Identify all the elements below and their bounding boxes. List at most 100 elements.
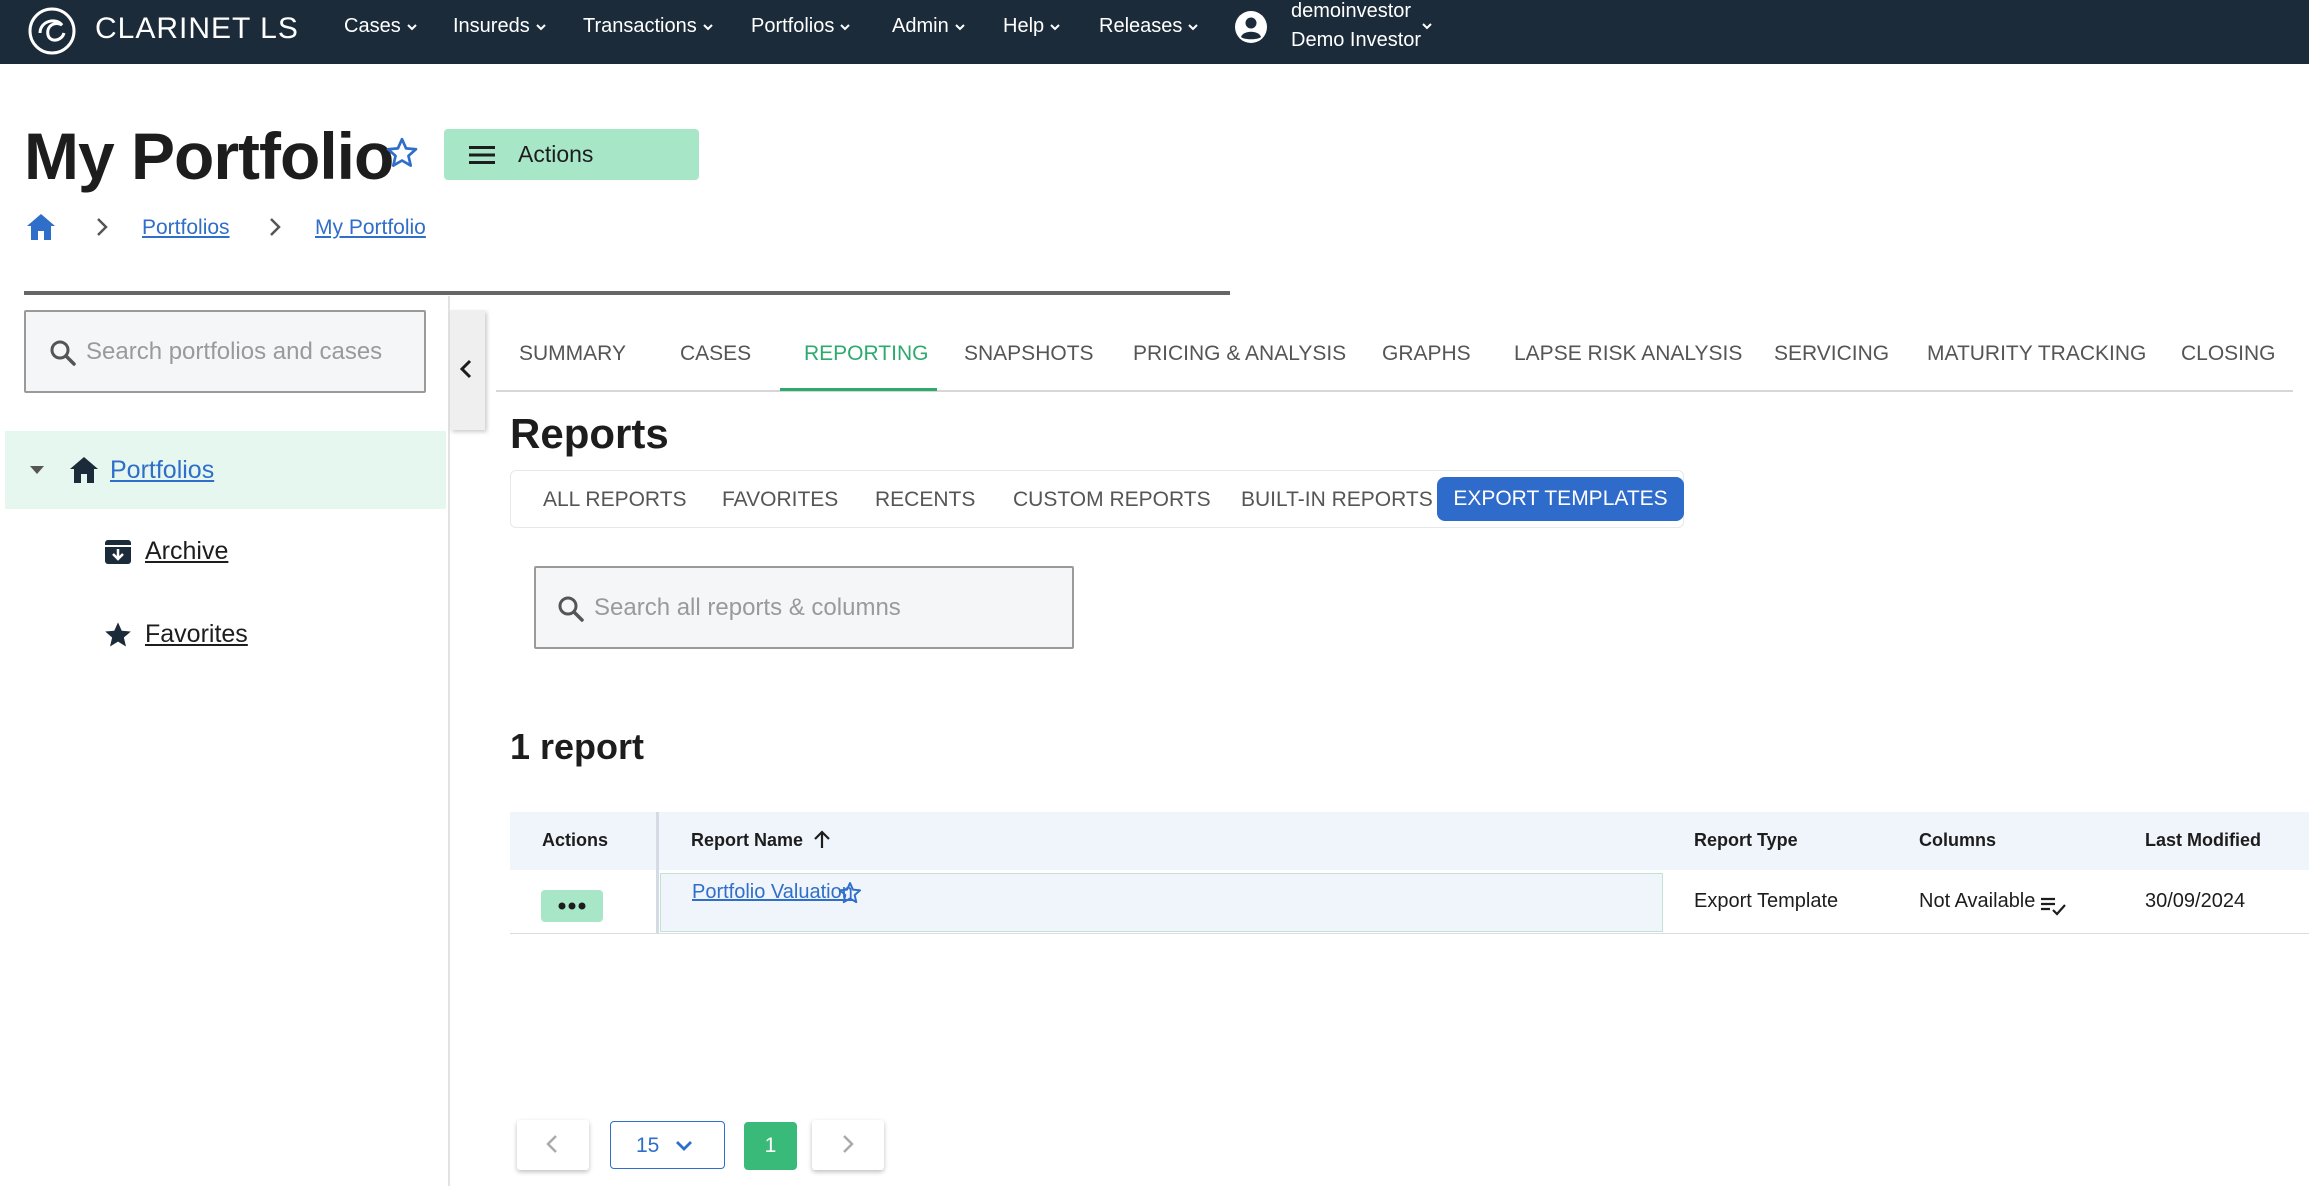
page-title: My Portfolio: [24, 119, 394, 193]
nav-label: Releases: [1099, 15, 1183, 37]
filter-built-in-reports[interactable]: BUILT-IN REPORTS: [1241, 488, 1433, 512]
sidebar-search: [24, 310, 426, 393]
chevron-right-icon: [97, 218, 108, 236]
column-header-columns[interactable]: Columns: [1919, 830, 1996, 851]
nav-label: Portfolios: [751, 15, 835, 37]
tab-graphs[interactable]: GRAPHS: [1382, 342, 1471, 366]
nav-insureds[interactable]: Insureds: [453, 15, 548, 38]
tab-snapshots[interactable]: SNAPSHOTS: [964, 342, 1094, 366]
sort-ascending-icon[interactable]: [810, 828, 834, 852]
archive-icon: [105, 540, 131, 564]
chevron-left-icon: [459, 359, 472, 379]
favorite-star-icon[interactable]: [837, 880, 863, 906]
nav-portfolios[interactable]: Portfolios: [751, 15, 852, 38]
report-count: 1 report: [510, 726, 645, 767]
report-search-input[interactable]: [594, 586, 1064, 630]
collapse-sidebar-button[interactable]: [450, 310, 485, 430]
tab-reporting[interactable]: REPORTING: [804, 342, 928, 366]
active-tab-indicator: [780, 388, 937, 391]
breadcrumb-my-portfolio[interactable]: My Portfolio: [315, 216, 426, 240]
reports-title: Reports: [510, 410, 669, 457]
next-page-button[interactable]: [812, 1120, 884, 1170]
sidebar-search-input[interactable]: [86, 330, 416, 374]
chevron-down-icon: [954, 23, 965, 30]
chevron-down-icon: [1188, 23, 1199, 30]
caret-down-icon[interactable]: [27, 460, 47, 480]
chevron-down-icon: [703, 23, 713, 30]
tree-item-label[interactable]: Portfolios: [110, 456, 214, 485]
column-header-last-modified[interactable]: Last Modified: [2145, 830, 2261, 851]
column-header-report-type[interactable]: Report Type: [1694, 830, 1798, 851]
tab-servicing[interactable]: SERVICING: [1774, 342, 1889, 366]
tree-item-archive[interactable]: Archive: [100, 528, 430, 576]
main-tabs: SUMMARY CASES REPORTING SNAPSHOTS PRICIN…: [496, 330, 2293, 392]
chevron-down-icon[interactable]: [1420, 19, 1434, 33]
nav-label: Help: [1003, 15, 1045, 37]
actions-label: Actions: [518, 141, 594, 167]
account-circle-icon[interactable]: [1234, 10, 1268, 44]
top-navbar: CLARINET LS Cases Insureds Transactions …: [0, 0, 2309, 64]
chevron-right-icon: [270, 218, 281, 236]
row-actions-button[interactable]: [541, 890, 603, 922]
user-username[interactable]: demoinvestor: [1291, 0, 1411, 23]
chevron-down-icon: [676, 1141, 692, 1151]
column-header-report-name[interactable]: Report Name: [691, 830, 803, 851]
tab-pricing-analysis[interactable]: PRICING & ANALYSIS: [1133, 342, 1346, 366]
chevron-down-icon: [536, 23, 546, 30]
tree-item-label[interactable]: Favorites: [145, 620, 248, 649]
column-separator: [656, 870, 659, 934]
filter-export-templates[interactable]: EXPORT TEMPLATES: [1437, 477, 1684, 521]
clarinet-logo-icon[interactable]: [26, 5, 78, 57]
brand-name[interactable]: CLARINET LS: [95, 12, 299, 46]
nav-label: Insureds: [453, 15, 530, 37]
nav-admin[interactable]: Admin: [892, 15, 967, 38]
filter-recents[interactable]: RECENTS: [875, 488, 975, 512]
search-icon: [50, 340, 76, 366]
filter-custom-reports[interactable]: CUSTOM REPORTS: [1013, 488, 1211, 512]
favorite-star-icon[interactable]: [384, 135, 420, 171]
page-size-value: 15: [636, 1134, 660, 1157]
chevron-down-icon: [406, 23, 417, 30]
star-icon: [105, 622, 131, 647]
report-type-cell: Export Template: [1694, 890, 1839, 912]
page-size-select[interactable]: 15: [610, 1121, 725, 1169]
columns-cell: Not Available: [1919, 890, 2036, 912]
menu-icon: [469, 145, 495, 164]
filter-favorites[interactable]: FAVORITES: [722, 488, 838, 512]
chevron-left-icon: [546, 1135, 557, 1153]
tree-item-label[interactable]: Archive: [145, 537, 228, 566]
chevron-right-icon: [843, 1135, 854, 1153]
report-search: [534, 566, 1074, 649]
tab-summary[interactable]: SUMMARY: [519, 342, 626, 366]
current-page-button[interactable]: 1: [744, 1122, 797, 1170]
user-display-name[interactable]: Demo Investor: [1291, 29, 1421, 52]
playlist-check-icon[interactable]: [2039, 892, 2067, 920]
more-horizontal-icon: [558, 902, 586, 910]
previous-page-button[interactable]: [517, 1120, 589, 1170]
tab-closing[interactable]: CLOSING: [2181, 342, 2276, 366]
tree-item-favorites[interactable]: Favorites: [100, 611, 430, 659]
nav-help[interactable]: Help: [1003, 15, 1062, 38]
tab-lapse-risk-analysis[interactable]: LAPSE RISK ANALYSIS: [1514, 342, 1742, 366]
table-row: Portfolio Valuation Export Template Not …: [510, 870, 2309, 934]
last-modified-cell: 30/09/2024: [2145, 890, 2246, 912]
tab-maturity-tracking[interactable]: MATURITY TRACKING: [1927, 342, 2146, 366]
nav-label: Cases: [344, 15, 401, 37]
column-separator: [656, 812, 659, 870]
breadcrumb-portfolios[interactable]: Portfolios: [142, 216, 230, 240]
nav-releases[interactable]: Releases: [1099, 15, 1200, 38]
filter-all-reports[interactable]: ALL REPORTS: [543, 488, 687, 512]
home-icon[interactable]: [24, 210, 58, 244]
report-name-cell: Portfolio Valuation: [660, 873, 1663, 932]
nav-label: Admin: [892, 15, 949, 37]
nav-label: Transactions: [583, 15, 697, 37]
tree-item-portfolios[interactable]: Portfolios: [5, 431, 446, 509]
home-icon: [70, 457, 98, 483]
tab-cases[interactable]: CASES: [680, 342, 751, 366]
report-name-link[interactable]: Portfolio Valuation: [692, 881, 853, 904]
chevron-down-icon: [840, 23, 851, 30]
actions-button[interactable]: Actions: [444, 129, 699, 180]
nav-cases[interactable]: Cases: [344, 15, 419, 38]
search-icon: [558, 596, 584, 622]
nav-transactions[interactable]: Transactions: [583, 15, 715, 38]
